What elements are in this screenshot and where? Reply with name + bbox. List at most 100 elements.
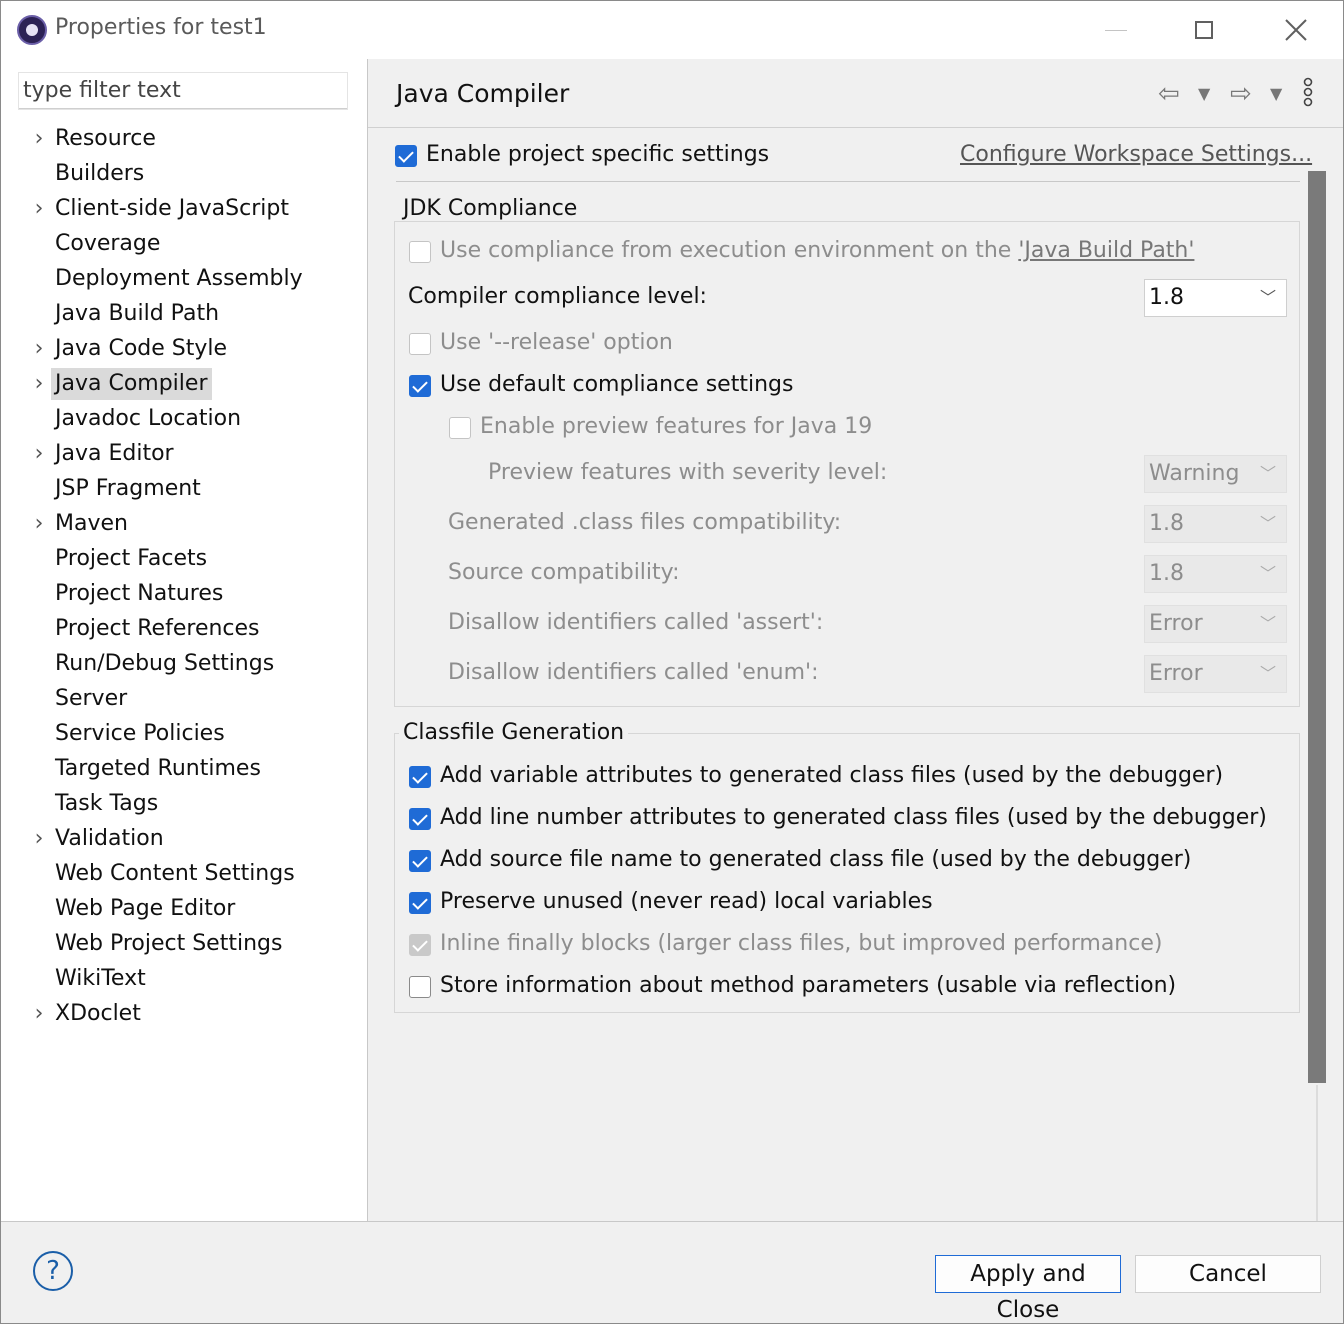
chevron-right-icon[interactable]: ›	[29, 372, 49, 396]
tree-item[interactable]: JSP Fragment	[1, 473, 367, 508]
tree-item-label: Javadoc Location	[55, 406, 242, 431]
enable-separator	[396, 181, 1300, 182]
release-option-label: Use '--release' option	[440, 330, 673, 355]
apply-and-close-button[interactable]: Apply and Close	[935, 1255, 1121, 1323]
tree-item[interactable]: › Resource	[1, 123, 367, 158]
tree-item[interactable]: WikiText	[1, 963, 367, 998]
tree-item-label: Task Tags	[55, 791, 159, 816]
tree-item[interactable]: Java Build Path	[1, 298, 367, 333]
tree-item[interactable]: Coverage	[1, 228, 367, 263]
generated-class-select[interactable]: 1.8 ﹀	[1144, 505, 1287, 543]
help-button[interactable]: ?	[33, 1251, 73, 1291]
preview-features-checkbox[interactable]	[449, 417, 471, 439]
tree-item-label: Service Policies	[55, 721, 225, 746]
vertical-scrollbar[interactable]	[1308, 171, 1326, 1221]
tree-item[interactable]: Targeted Runtimes	[1, 753, 367, 788]
use-compliance-checkbox[interactable]	[409, 241, 431, 263]
tree-item-label: Server	[55, 686, 128, 711]
tree-item[interactable]: Deployment Assembly	[1, 263, 367, 298]
enum-value: Error	[1149, 661, 1203, 686]
tree-item[interactable]: › XDoclet	[1, 998, 367, 1033]
close-button[interactable]	[1261, 9, 1331, 51]
classfile-option-checkbox[interactable]	[409, 766, 431, 788]
chevron-down-icon: ﹀	[1259, 614, 1276, 633]
settings-panel: Java Compiler ⇦ ▼ ⇨ ▼ Enable project spe…	[368, 59, 1343, 1221]
tree-item[interactable]: Server	[1, 683, 367, 718]
jdk-compliance-title: JDK Compliance	[399, 196, 582, 221]
java-build-path-link[interactable]: 'Java Build Path'	[1018, 238, 1194, 263]
classfile-option-checkbox[interactable]	[409, 976, 431, 998]
maximize-button[interactable]	[1169, 9, 1239, 51]
classfile-option-label: Add source file name to generated class …	[440, 847, 1192, 872]
minimize-button[interactable]	[1081, 9, 1151, 51]
view-menu-icon[interactable]	[1302, 77, 1314, 116]
tree-item[interactable]: Project Natures	[1, 578, 367, 613]
forward-menu-chevron-icon[interactable]: ▼	[1270, 77, 1282, 111]
tree-item[interactable]: Run/Debug Settings	[1, 648, 367, 683]
back-menu-chevron-icon[interactable]: ▼	[1198, 77, 1210, 111]
preview-severity-select[interactable]: Warning ﹀	[1144, 455, 1287, 493]
page-title: Java Compiler	[396, 79, 570, 108]
maximize-icon	[1195, 21, 1213, 39]
tree-item[interactable]: Builders	[1, 158, 367, 193]
tree-item[interactable]: › Java Code Style	[1, 333, 367, 368]
chevron-right-icon[interactable]: ›	[29, 442, 49, 466]
tree-item[interactable]: Service Policies	[1, 718, 367, 753]
enable-project-specific-checkbox[interactable]	[395, 145, 417, 167]
tree-item[interactable]: Web Content Settings	[1, 858, 367, 893]
tree-item-label: Run/Debug Settings	[55, 651, 275, 676]
preview-severity-label: Preview features with severity level:	[488, 460, 888, 485]
tree-item[interactable]: › Java Editor	[1, 438, 367, 473]
tree-item-label: JSP Fragment	[55, 476, 201, 501]
chevron-down-icon: ﹀	[1259, 564, 1276, 583]
tree-item[interactable]: Javadoc Location	[1, 403, 367, 438]
chevron-down-icon: ﹀	[1259, 514, 1276, 533]
chevron-right-icon[interactable]: ›	[29, 127, 49, 151]
window-title: Properties for test1	[55, 15, 267, 40]
enum-select[interactable]: Error ﹀	[1144, 655, 1287, 693]
tree-item[interactable]: Web Project Settings	[1, 928, 367, 963]
compliance-level-select[interactable]: 1.8 ﹀	[1144, 279, 1287, 317]
classfile-option-checkbox[interactable]	[409, 808, 431, 830]
tree-item[interactable]: Project References	[1, 613, 367, 648]
chevron-right-icon[interactable]: ›	[29, 512, 49, 536]
chevron-right-icon[interactable]: ›	[29, 827, 49, 851]
scrollbar-thumb[interactable]	[1308, 171, 1326, 1083]
cancel-button[interactable]: Cancel	[1135, 1255, 1321, 1293]
generated-class-label: Generated .class files compatibility:	[448, 510, 842, 535]
tree-item[interactable]: › Validation	[1, 823, 367, 858]
chevron-right-icon[interactable]: ›	[29, 1002, 49, 1026]
default-compliance-checkbox[interactable]	[409, 375, 431, 397]
classfile-option-label: Add variable attributes to generated cla…	[440, 763, 1224, 788]
classfile-option-checkbox[interactable]	[409, 850, 431, 872]
tree-item[interactable]: › Maven	[1, 508, 367, 543]
tree-item-label: Resource	[55, 126, 156, 151]
classfile-option-checkbox[interactable]	[409, 892, 431, 914]
tree-item-label: Web Content Settings	[55, 861, 295, 886]
classfile-option-checkbox[interactable]	[409, 934, 431, 956]
tree-item-label: Coverage	[55, 231, 161, 256]
tree-item[interactable]: Task Tags	[1, 788, 367, 823]
back-arrow-icon[interactable]: ⇦	[1158, 77, 1180, 111]
chevron-right-icon[interactable]: ›	[29, 337, 49, 361]
forward-arrow-icon[interactable]: ⇨	[1230, 77, 1252, 111]
filter-input[interactable]	[19, 73, 347, 109]
classfile-option-label: Inline finally blocks (larger class file…	[440, 931, 1163, 956]
title-bar[interactable]: Properties for test1	[1, 1, 1343, 59]
tree-item-label: Validation	[55, 826, 164, 851]
assert-select[interactable]: Error ﹀	[1144, 605, 1287, 643]
configure-workspace-link[interactable]: Configure Workspace Settings...	[960, 142, 1312, 167]
release-option-checkbox[interactable]	[409, 333, 431, 355]
chevron-right-icon[interactable]: ›	[29, 197, 49, 221]
assert-label: Disallow identifiers called 'assert':	[448, 610, 824, 635]
tree-item-label: Builders	[55, 161, 145, 186]
default-compliance-label: Use default compliance settings	[440, 372, 794, 397]
tree-item[interactable]: › Client-side JavaScript	[1, 193, 367, 228]
source-compat-label: Source compatibility:	[448, 560, 680, 585]
tree-item[interactable]: › Java Compiler	[1, 368, 367, 403]
tree-item[interactable]: Project Facets	[1, 543, 367, 578]
tree-item-label: Maven	[55, 511, 128, 536]
source-compat-select[interactable]: 1.8 ﹀	[1144, 555, 1287, 593]
tree-item[interactable]: Web Page Editor	[1, 893, 367, 928]
tree-item-label: Deployment Assembly	[55, 266, 303, 291]
